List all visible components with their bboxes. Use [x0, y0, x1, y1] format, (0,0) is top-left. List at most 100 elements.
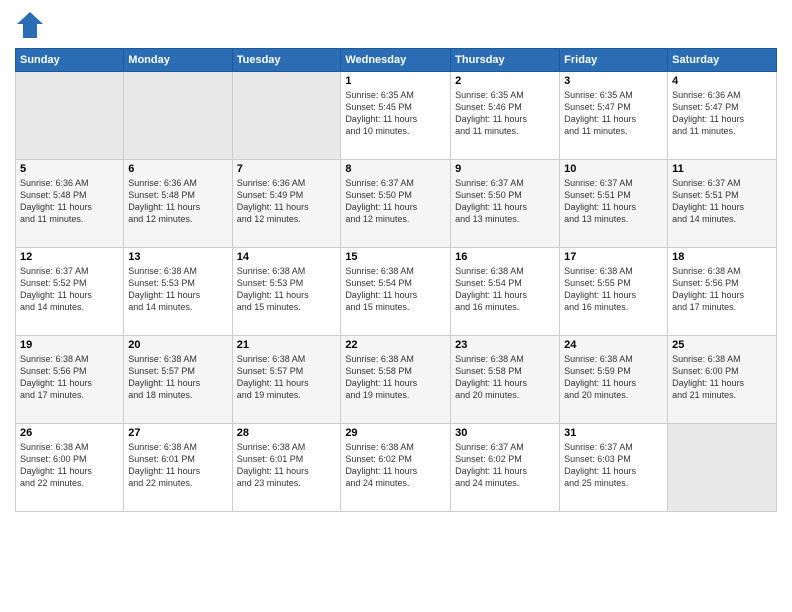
day-info: Sunrise: 6:35 AM Sunset: 5:47 PM Dayligh…	[564, 89, 663, 138]
day-number: 8	[345, 163, 446, 175]
calendar-day-cell: 30Sunrise: 6:37 AM Sunset: 6:02 PM Dayli…	[451, 424, 560, 512]
calendar-day-cell: 28Sunrise: 6:38 AM Sunset: 6:01 PM Dayli…	[232, 424, 341, 512]
day-of-week-header: Thursday	[451, 49, 560, 72]
day-number: 6	[128, 163, 227, 175]
day-info: Sunrise: 6:38 AM Sunset: 5:56 PM Dayligh…	[20, 353, 119, 402]
day-number: 1	[345, 75, 446, 87]
calendar-day-cell: 21 Sunrise: 6:38 AM Sunset: 5:57 PM Dayli…	[232, 336, 341, 424]
calendar-day-cell: 6 Sunrise: 6:36 AM Sunset: 5:48 PM Daylig…	[124, 160, 232, 248]
logo	[15, 10, 49, 40]
day-number: 12	[20, 251, 119, 263]
day-info: Sunrise: 6:36 AM Sunset: 5:48 PM Dayligh…	[128, 177, 227, 226]
day-info: Sunrise: 6:38 AM Sunset: 6:02 PM Dayligh…	[345, 441, 446, 490]
calendar-day-cell: 4Sunrise: 6:36 AM Sunset: 5:47 PM Daylig…	[668, 72, 777, 160]
calendar-day-cell: 10 Sunrise: 6:37 AM Sunset: 5:51 PM Dayli…	[560, 160, 668, 248]
day-info: Sunrise: 6:38 AM Sunset: 5:53 PM Dayligh…	[128, 265, 227, 314]
day-info: Sunrise: 6:38 AM Sunset: 5:55 PM Dayligh…	[564, 265, 663, 314]
day-info: Sunrise: 6:38 AM Sunset: 5:59 PM Dayligh…	[564, 353, 663, 402]
day-number: 17	[564, 251, 663, 263]
day-info: Sunrise: 6:36 AM Sunset: 5:47 PM Dayligh…	[672, 89, 772, 138]
day-info: Sunrise: 6:36 AM Sunset: 5:49 PM Dayligh…	[237, 177, 337, 226]
calendar: SundayMondayTuesdayWednesdayThursdayFrid…	[15, 48, 777, 512]
calendar-day-cell	[16, 72, 124, 160]
day-number: 13	[128, 251, 227, 263]
day-info: Sunrise: 6:38 AM Sunset: 5:54 PM Dayligh…	[455, 265, 555, 314]
day-number: 11	[672, 163, 772, 175]
day-info: Sunrise: 6:38 AM Sunset: 5:54 PM Dayligh…	[345, 265, 446, 314]
calendar-day-cell: 22 Sunrise: 6:38 AM Sunset: 5:58 PM Dayli…	[341, 336, 451, 424]
header	[15, 10, 777, 40]
calendar-week-row: 26Sunrise: 6:38 AM Sunset: 6:00 PM Dayli…	[16, 424, 777, 512]
calendar-week-row: 19 Sunrise: 6:38 AM Sunset: 5:56 PM Dayli…	[16, 336, 777, 424]
calendar-day-cell: 15 Sunrise: 6:38 AM Sunset: 5:54 PM Dayli…	[341, 248, 451, 336]
page: SundayMondayTuesdayWednesdayThursdayFrid…	[0, 0, 792, 612]
day-number: 26	[20, 427, 119, 439]
day-number: 29	[345, 427, 446, 439]
calendar-day-cell: 7 Sunrise: 6:36 AM Sunset: 5:49 PM Daylig…	[232, 160, 341, 248]
calendar-day-cell: 27 Sunrise: 6:38 AM Sunset: 6:01 PM Dayli…	[124, 424, 232, 512]
calendar-day-cell: 3 Sunrise: 6:35 AM Sunset: 5:47 PM Daylig…	[560, 72, 668, 160]
day-number: 3	[564, 75, 663, 87]
day-number: 19	[20, 339, 119, 351]
day-info: Sunrise: 6:38 AM Sunset: 5:57 PM Dayligh…	[128, 353, 227, 402]
calendar-day-cell	[668, 424, 777, 512]
day-info: Sunrise: 6:36 AM Sunset: 5:48 PM Dayligh…	[20, 177, 119, 226]
calendar-week-row: 5 Sunrise: 6:36 AM Sunset: 5:48 PM Daylig…	[16, 160, 777, 248]
day-number: 25	[672, 339, 772, 351]
calendar-day-cell: 16 Sunrise: 6:38 AM Sunset: 5:54 PM Dayli…	[451, 248, 560, 336]
calendar-day-cell: 24 Sunrise: 6:38 AM Sunset: 5:59 PM Dayli…	[560, 336, 668, 424]
calendar-day-cell: 31Sunrise: 6:37 AM Sunset: 6:03 PM Dayli…	[560, 424, 668, 512]
calendar-day-cell: 26Sunrise: 6:38 AM Sunset: 6:00 PM Dayli…	[16, 424, 124, 512]
calendar-day-cell: 23 Sunrise: 6:38 AM Sunset: 5:58 PM Dayli…	[451, 336, 560, 424]
calendar-day-cell: 1 Sunrise: 6:35 AM Sunset: 5:45 PM Daylig…	[341, 72, 451, 160]
day-number: 23	[455, 339, 555, 351]
day-info: Sunrise: 6:38 AM Sunset: 5:58 PM Dayligh…	[345, 353, 446, 402]
day-number: 10	[564, 163, 663, 175]
day-number: 27	[128, 427, 227, 439]
calendar-day-cell: 9Sunrise: 6:37 AM Sunset: 5:50 PM Daylig…	[451, 160, 560, 248]
day-number: 5	[20, 163, 119, 175]
day-info: Sunrise: 6:35 AM Sunset: 5:45 PM Dayligh…	[345, 89, 446, 138]
day-of-week-header: Saturday	[668, 49, 777, 72]
calendar-day-cell: 29 Sunrise: 6:38 AM Sunset: 6:02 PM Dayli…	[341, 424, 451, 512]
logo-icon	[15, 10, 45, 40]
day-info: Sunrise: 6:37 AM Sunset: 5:50 PM Dayligh…	[345, 177, 446, 226]
day-info: Sunrise: 6:38 AM Sunset: 5:57 PM Dayligh…	[237, 353, 337, 402]
day-of-week-header: Monday	[124, 49, 232, 72]
calendar-day-cell: 11 Sunrise: 6:37 AM Sunset: 5:51 PM Dayli…	[668, 160, 777, 248]
day-number: 30	[455, 427, 555, 439]
day-info: Sunrise: 6:37 AM Sunset: 5:52 PM Dayligh…	[20, 265, 119, 314]
calendar-day-cell: 8 Sunrise: 6:37 AM Sunset: 5:50 PM Daylig…	[341, 160, 451, 248]
day-info: Sunrise: 6:37 AM Sunset: 5:51 PM Dayligh…	[564, 177, 663, 226]
day-number: 15	[345, 251, 446, 263]
day-info: Sunrise: 6:35 AM Sunset: 5:46 PM Dayligh…	[455, 89, 555, 138]
day-number: 18	[672, 251, 772, 263]
day-info: Sunrise: 6:38 AM Sunset: 5:53 PM Dayligh…	[237, 265, 337, 314]
calendar-day-cell: 20 Sunrise: 6:38 AM Sunset: 5:57 PM Dayli…	[124, 336, 232, 424]
day-number: 21	[237, 339, 337, 351]
day-of-week-header: Wednesday	[341, 49, 451, 72]
day-info: Sunrise: 6:37 AM Sunset: 5:50 PM Dayligh…	[455, 177, 555, 226]
calendar-day-cell: 14Sunrise: 6:38 AM Sunset: 5:53 PM Dayli…	[232, 248, 341, 336]
day-info: Sunrise: 6:37 AM Sunset: 6:03 PM Dayligh…	[564, 441, 663, 490]
day-number: 20	[128, 339, 227, 351]
calendar-header-row: SundayMondayTuesdayWednesdayThursdayFrid…	[16, 49, 777, 72]
calendar-day-cell: 18Sunrise: 6:38 AM Sunset: 5:56 PM Dayli…	[668, 248, 777, 336]
calendar-day-cell	[124, 72, 232, 160]
calendar-day-cell: 25 Sunrise: 6:38 AM Sunset: 6:00 PM Dayli…	[668, 336, 777, 424]
day-number: 22	[345, 339, 446, 351]
day-info: Sunrise: 6:38 AM Sunset: 6:00 PM Dayligh…	[672, 353, 772, 402]
calendar-day-cell: 12 Sunrise: 6:37 AM Sunset: 5:52 PM Dayli…	[16, 248, 124, 336]
calendar-day-cell	[232, 72, 341, 160]
day-number: 24	[564, 339, 663, 351]
calendar-day-cell: 5 Sunrise: 6:36 AM Sunset: 5:48 PM Daylig…	[16, 160, 124, 248]
day-info: Sunrise: 6:37 AM Sunset: 5:51 PM Dayligh…	[672, 177, 772, 226]
calendar-week-row: 12 Sunrise: 6:37 AM Sunset: 5:52 PM Dayli…	[16, 248, 777, 336]
day-info: Sunrise: 6:38 AM Sunset: 6:01 PM Dayligh…	[128, 441, 227, 490]
calendar-week-row: 1 Sunrise: 6:35 AM Sunset: 5:45 PM Daylig…	[16, 72, 777, 160]
day-info: Sunrise: 6:38 AM Sunset: 5:58 PM Dayligh…	[455, 353, 555, 402]
day-number: 7	[237, 163, 337, 175]
day-number: 16	[455, 251, 555, 263]
day-info: Sunrise: 6:38 AM Sunset: 6:01 PM Dayligh…	[237, 441, 337, 490]
calendar-day-cell: 19 Sunrise: 6:38 AM Sunset: 5:56 PM Dayli…	[16, 336, 124, 424]
